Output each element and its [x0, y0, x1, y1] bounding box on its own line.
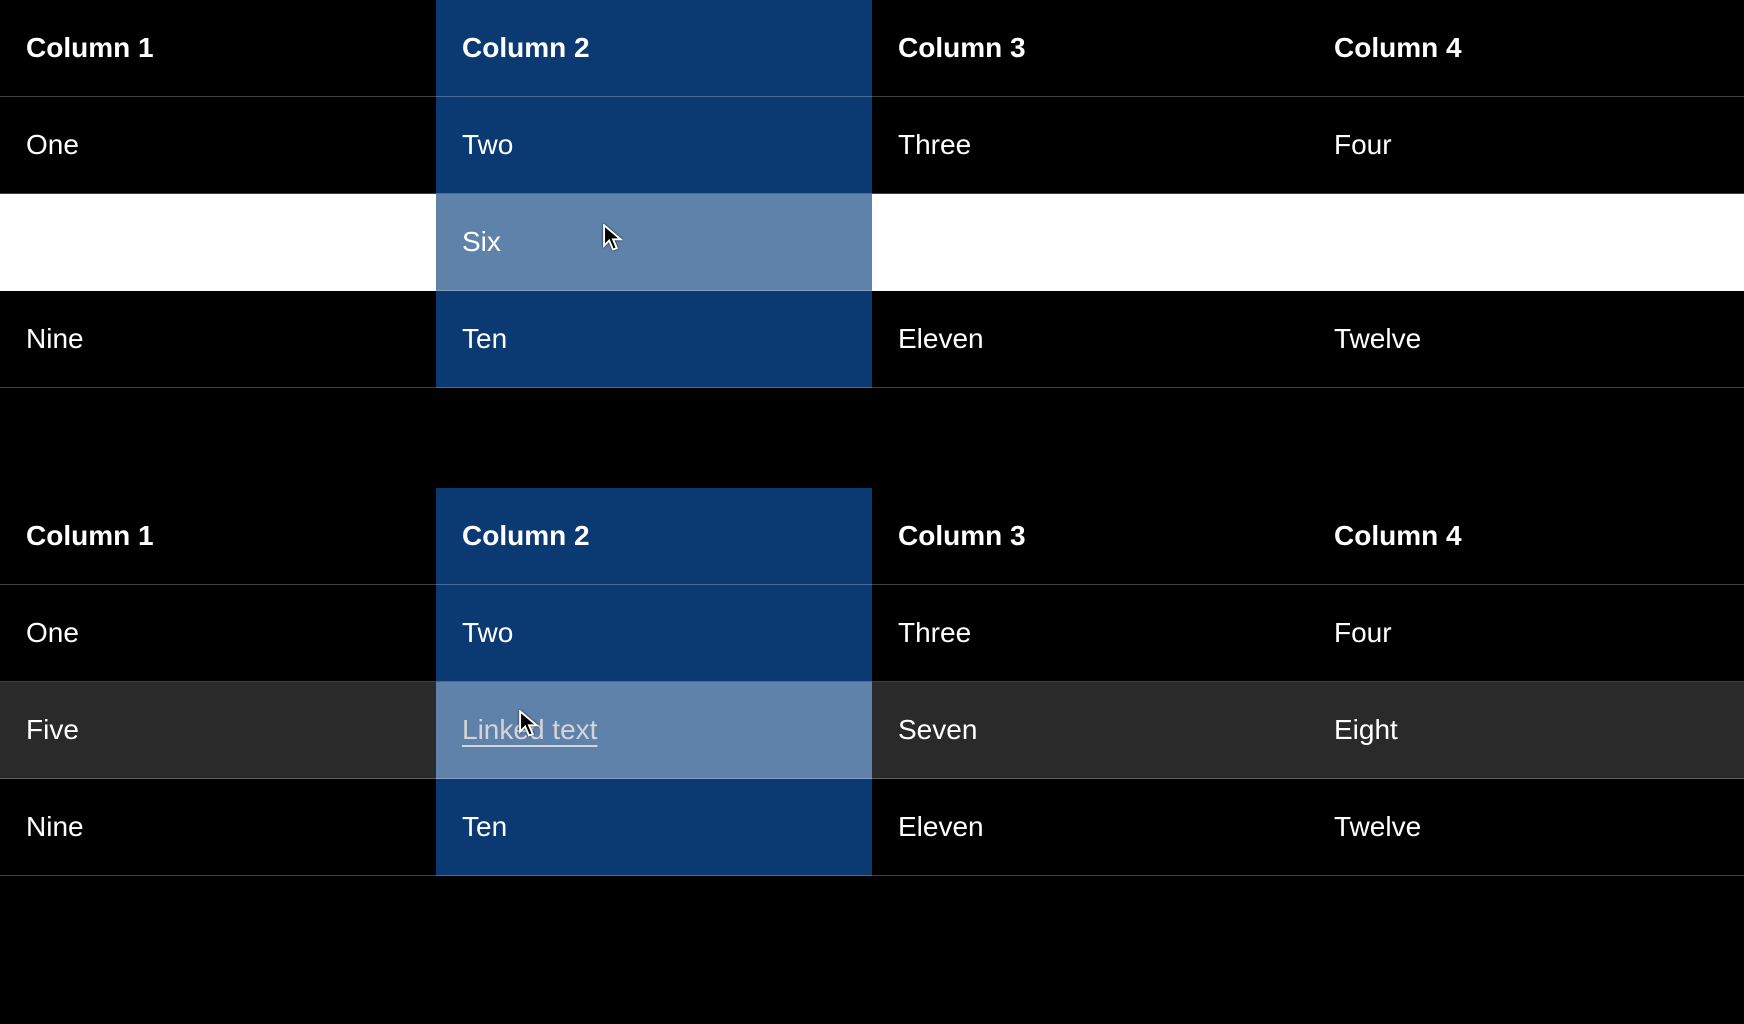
table-cell: Two [436, 585, 872, 682]
table-cell: Four [1308, 585, 1744, 682]
column-header-1[interactable]: Column 1 [0, 0, 436, 97]
table-cell: Ten [436, 779, 872, 876]
table-cell: One [0, 97, 436, 194]
table-header-row: Column 1 Column 2 Column 3 Column 4 [0, 0, 1744, 97]
table-cell: Linked text [436, 682, 872, 779]
table-cell: Eleven [872, 291, 1308, 388]
table-cell: Two [436, 97, 872, 194]
table-row[interactable]: One Two Three Four [0, 585, 1744, 682]
table-cell: Eleven [872, 779, 1308, 876]
column-header-3[interactable]: Column 3 [872, 0, 1308, 97]
table-cell [872, 194, 1308, 291]
table-cell: Twelve [1308, 779, 1744, 876]
table-cell [0, 194, 436, 291]
table-header-row: Column 1 Column 2 Column 3 Column 4 [0, 488, 1744, 585]
table-cell: Nine [0, 779, 436, 876]
table-row[interactable]: Nine Ten Eleven Twelve [0, 291, 1744, 388]
table-cell: Three [872, 97, 1308, 194]
table-cell: Eight [1308, 682, 1744, 779]
column-header-4[interactable]: Column 4 [1308, 0, 1744, 97]
column-header-1[interactable]: Column 1 [0, 488, 436, 585]
cell-text: Six [462, 226, 501, 257]
table-spacer [0, 388, 1744, 488]
table-cell: Five [0, 682, 436, 779]
column-header-4[interactable]: Column 4 [1308, 488, 1744, 585]
column-header-2[interactable]: Column 2 [436, 0, 872, 97]
linked-text[interactable]: Linked text [462, 714, 597, 745]
mouse-cursor-icon [602, 224, 624, 259]
table-cell: Four [1308, 97, 1744, 194]
table-cell: One [0, 585, 436, 682]
column-header-2[interactable]: Column 2 [436, 488, 872, 585]
table-cell: Twelve [1308, 291, 1744, 388]
table-row[interactable]: Nine Ten Eleven Twelve [0, 779, 1744, 876]
table-cell: Seven [872, 682, 1308, 779]
table-cell: Ten [436, 291, 872, 388]
table-row[interactable]: One Two Three Four [0, 97, 1744, 194]
table-row-hover[interactable]: Five Linked text Seven Eight [0, 682, 1744, 779]
table-cell [1308, 194, 1744, 291]
table-cell: Nine [0, 291, 436, 388]
table-1: Column 1 Column 2 Column 3 Column 4 One … [0, 0, 1744, 388]
table-row-selected[interactable]: Six [0, 194, 1744, 291]
column-header-3[interactable]: Column 3 [872, 488, 1308, 585]
table-cell: Three [872, 585, 1308, 682]
table-cell: Six [436, 194, 872, 291]
table-2: Column 1 Column 2 Column 3 Column 4 One … [0, 488, 1744, 876]
